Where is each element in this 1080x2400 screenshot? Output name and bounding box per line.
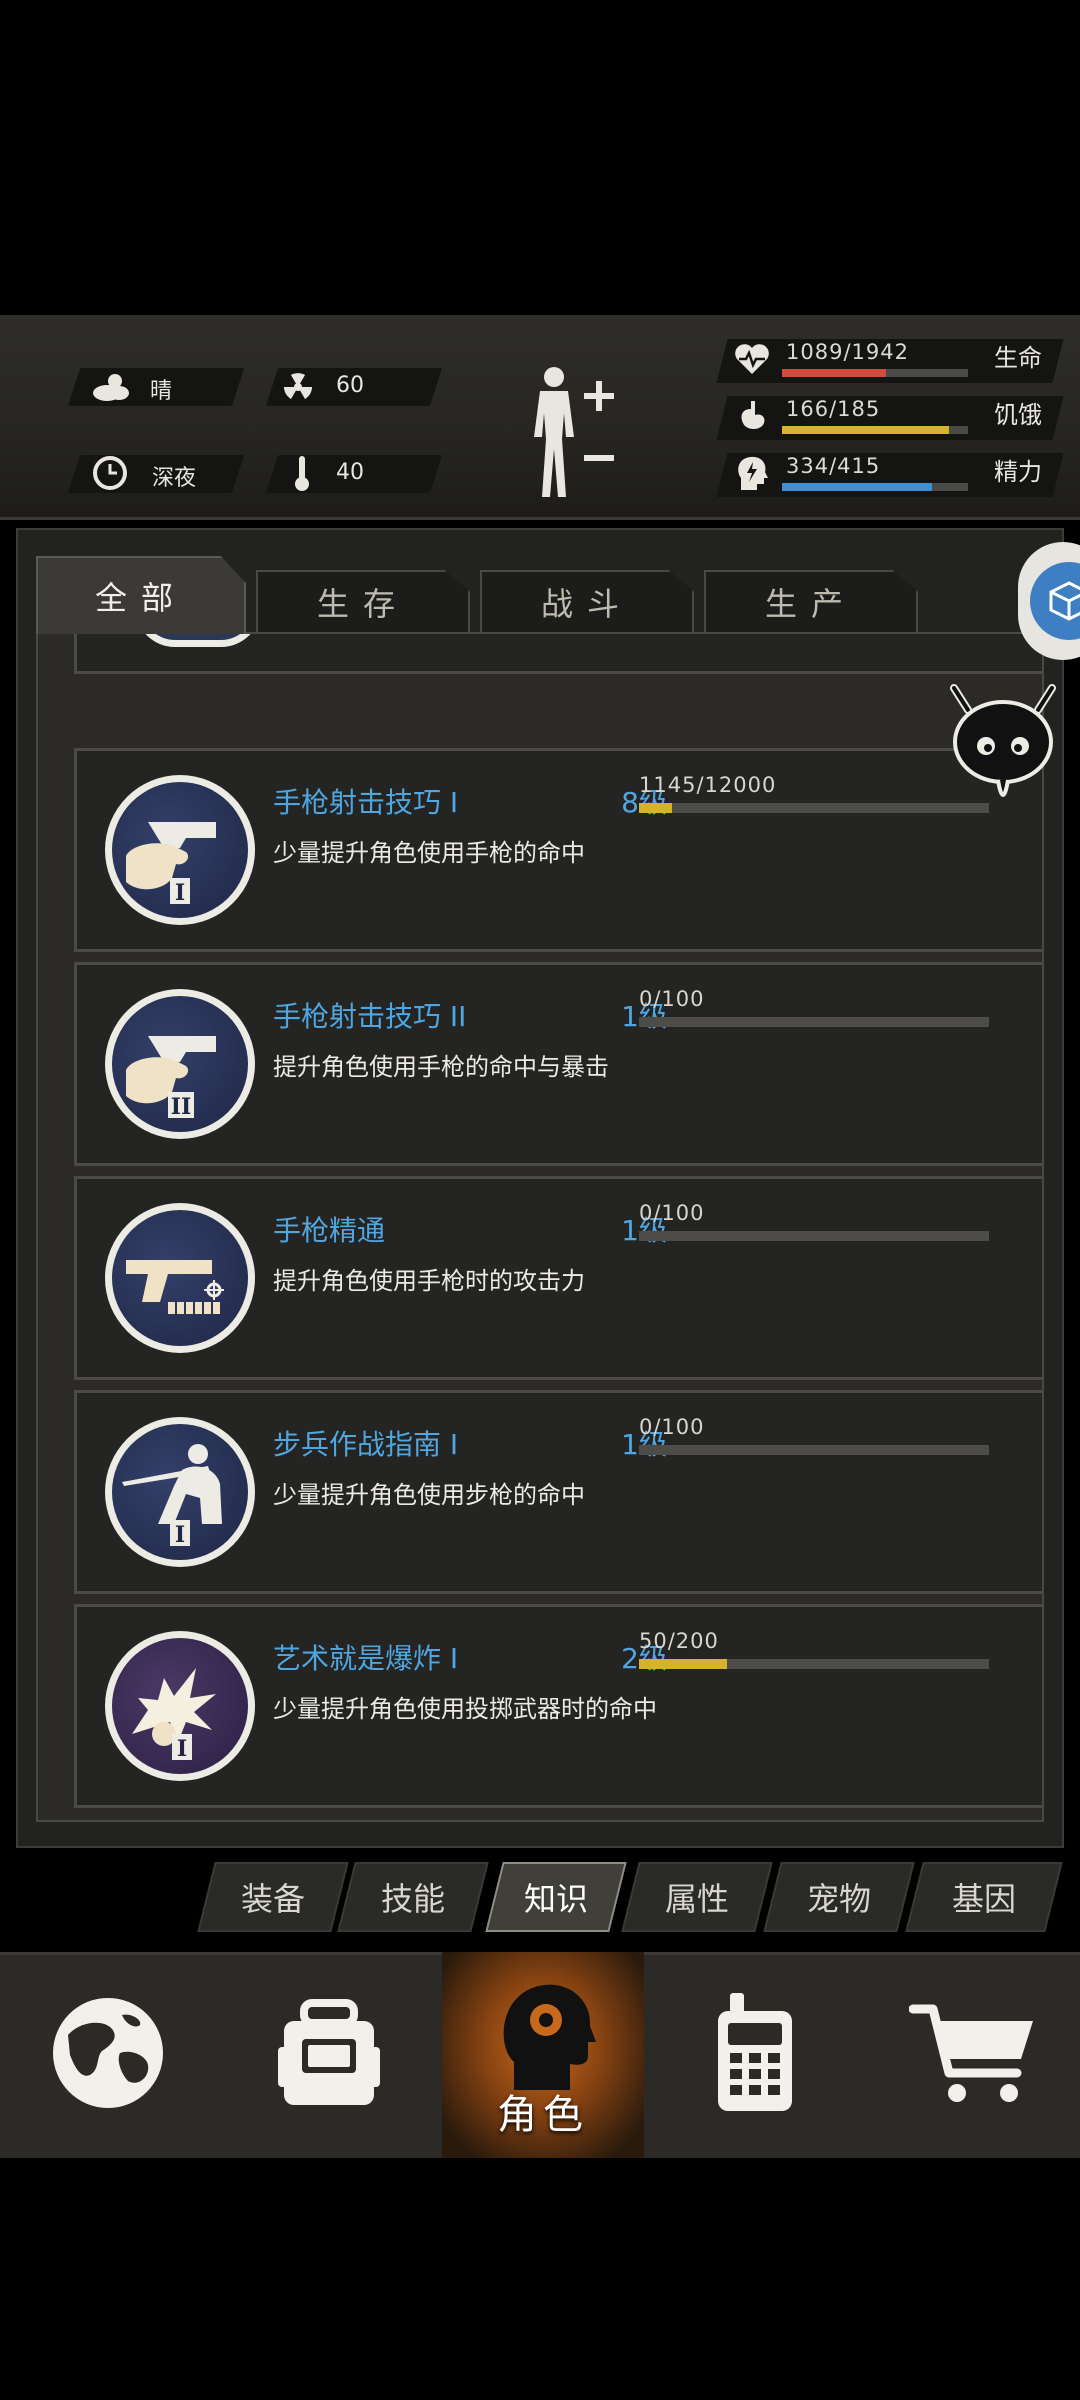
floating-cube-button[interactable] <box>1018 542 1080 660</box>
skill-progress-text: 50/200 <box>639 1629 719 1653</box>
nav-character-label: 角色 <box>497 2092 589 2138</box>
skill-icon: II <box>105 989 255 1139</box>
skill-progress-text: 0/100 <box>639 1415 705 1439</box>
subtab-skills[interactable]: 技能 <box>337 1862 489 1932</box>
svg-text:I: I <box>175 880 185 906</box>
skill-title: 艺术就是爆炸 I <box>273 1642 459 1675</box>
skill-title: 手枪精通 <box>273 1214 386 1247</box>
subtab-equipment-label: 装备 <box>240 1880 305 1918</box>
subtab-attributes[interactable]: 属性 <box>621 1862 773 1932</box>
pistol-hand-icon: I <box>112 782 248 918</box>
skill-progress-bar <box>639 1231 989 1241</box>
tab-production[interactable]: 生产 <box>704 570 918 632</box>
nav-world[interactable] <box>0 1952 216 2158</box>
cube-icon <box>1030 562 1080 640</box>
weather-text: 晴 <box>150 379 173 404</box>
health-fill <box>782 369 887 377</box>
energy-value: 334/415 <box>786 454 881 478</box>
skill-card[interactable]: I 艺术就是爆炸 I 2级 50/200 少量提升角色使用投掷武器时的命中 <box>74 1604 1042 1808</box>
skill-progress-fill <box>639 803 673 813</box>
health-label: 生命 <box>994 344 1042 372</box>
subtab-pets-label: 宠物 <box>806 1880 871 1918</box>
radiation-value: 60 <box>336 373 364 398</box>
mascot-bug-icon[interactable] <box>948 680 1058 820</box>
skill-progress-text: 0/100 <box>639 1201 705 1225</box>
thermometer-icon <box>280 453 324 493</box>
explosion-icon: I <box>112 1638 248 1774</box>
skill-icon: I <box>105 1631 255 1781</box>
skill-card[interactable]: 手枪精通 1级 0/100 提升角色使用手枪时的攻击力 <box>74 1176 1042 1380</box>
subtab-knowledge[interactable]: 知识 <box>485 1862 627 1932</box>
radiation-icon <box>276 367 320 407</box>
skill-description: 少量提升角色使用手枪的命中 <box>273 839 585 867</box>
skill-progress-fill <box>639 1659 727 1669</box>
skill-description: 提升角色使用手枪时的攻击力 <box>273 1267 585 1295</box>
svg-text:II: II <box>171 1094 192 1120</box>
skill-title: 手枪射击技巧 II <box>273 1000 467 1033</box>
pistol-hand-icon: II <box>112 996 248 1132</box>
skill-progress-bar <box>639 1445 989 1455</box>
subtab-genes[interactable]: 基因 <box>905 1862 1063 1932</box>
hunger-fill <box>782 426 949 434</box>
tab-survival[interactable]: 生存 <box>256 570 470 632</box>
skill-icon: I <box>105 775 255 925</box>
skill-description: 少量提升角色使用投掷武器时的命中 <box>273 1695 657 1723</box>
pistol-mastery-icon <box>112 1210 248 1346</box>
body-figure-icon[interactable] <box>522 363 618 501</box>
head-bolt-icon <box>730 451 774 495</box>
tab-all[interactable]: 全部 <box>36 556 246 634</box>
temperature-value: 40 <box>336 460 364 485</box>
subtab-skills-label: 技能 <box>380 1880 445 1918</box>
skill-title: 步兵作战指南 I <box>273 1428 459 1461</box>
skill-icon: I <box>105 1417 255 1567</box>
energy-fill <box>782 483 932 491</box>
skill-progress-bar <box>639 1659 989 1669</box>
clock-icon <box>88 453 132 493</box>
subtab-genes-label: 基因 <box>951 1880 1016 1918</box>
hunger-value: 166/185 <box>786 397 881 421</box>
skill-progress-text: 1145/12000 <box>639 773 777 797</box>
subtab-pets[interactable]: 宠物 <box>763 1862 915 1932</box>
skill-icon-partial <box>135 634 261 647</box>
nav-backpack[interactable] <box>216 1952 442 2158</box>
skill-title: 手枪射击技巧 I <box>273 786 459 819</box>
skill-card[interactable]: I 步兵作战指南 I 1级 0/100 少量提升角色使用步枪的命中 <box>74 1390 1042 1594</box>
skill-card-partial[interactable] <box>74 634 1042 674</box>
svg-text:I: I <box>175 1522 185 1548</box>
skill-card[interactable]: I 手枪射击技巧 I 8级 1145/12000 少量提升角色使用手枪的命中 <box>74 748 1042 952</box>
character-head-icon <box>492 1972 596 2096</box>
hunger-label: 饥饿 <box>994 401 1042 429</box>
health-value: 1089/1942 <box>786 340 909 364</box>
backpack-icon <box>274 1997 384 2113</box>
stomach-icon <box>730 394 774 438</box>
hunger-track <box>782 426 968 434</box>
health-track <box>782 369 968 377</box>
skill-icon <box>105 1203 255 1353</box>
subtab-knowledge-label: 知识 <box>523 1880 588 1918</box>
skill-list[interactable]: I 手枪射击技巧 I 8级 1145/12000 少量提升角色使用手枪的命中 I… <box>36 632 1044 1822</box>
energy-track <box>782 483 968 491</box>
skill-description: 少量提升角色使用步枪的命中 <box>273 1481 585 1509</box>
skill-progress-bar <box>639 803 989 813</box>
nav-character[interactable]: 角色 <box>442 1952 644 2158</box>
skill-progress-text: 0/100 <box>639 987 705 1011</box>
time-text: 深夜 <box>152 466 197 491</box>
rifleman-icon: I <box>112 1424 248 1560</box>
skill-progress-bar <box>639 1017 989 1027</box>
cloud-sun-icon <box>88 367 132 407</box>
walkie-talkie-icon <box>710 1991 800 2119</box>
nav-shop[interactable] <box>866 1952 1080 2158</box>
skill-card[interactable]: II 手枪射击技巧 II 1级 0/100 提升角色使用手枪的命中与暴击 <box>74 962 1042 1166</box>
nav-radio[interactable] <box>644 1952 866 2158</box>
energy-label: 精力 <box>994 458 1042 486</box>
globe-icon <box>50 1995 166 2115</box>
subtab-equipment[interactable]: 装备 <box>197 1862 349 1932</box>
skill-description: 提升角色使用手枪的命中与暴击 <box>273 1053 609 1081</box>
svg-text:I: I <box>177 1736 187 1762</box>
shopping-cart-icon <box>908 2001 1037 2109</box>
subtab-attributes-label: 属性 <box>664 1880 729 1918</box>
tab-combat[interactable]: 战斗 <box>480 570 694 632</box>
heart-pulse-icon <box>730 337 774 381</box>
